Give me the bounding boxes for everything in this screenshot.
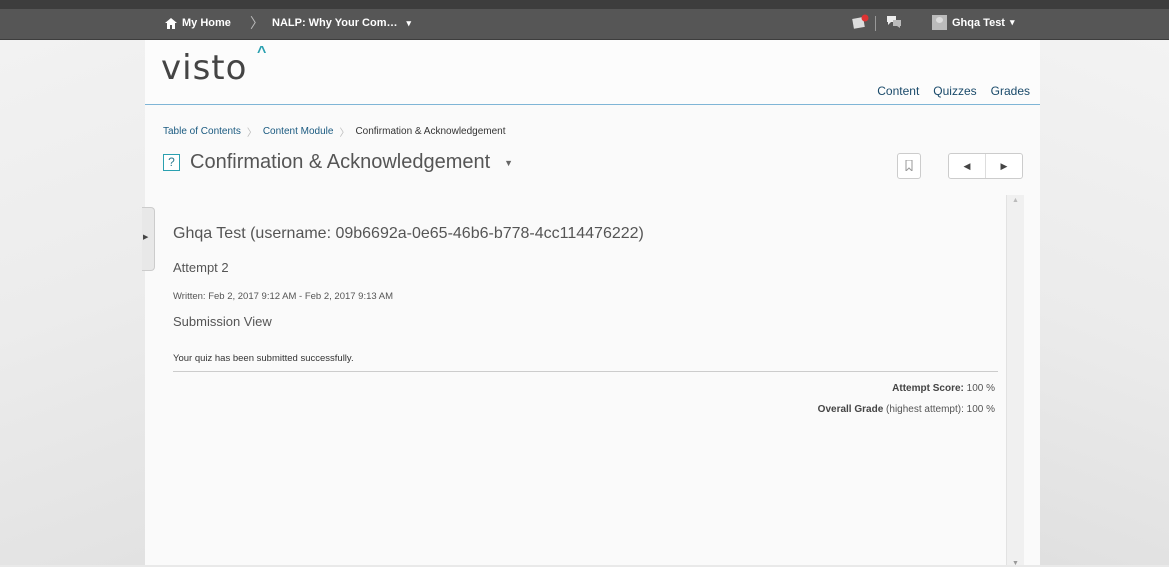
- main-panel: visto ^ Content Quizzes Grades Table of …: [142, 40, 1040, 567]
- visto-logo: visto: [161, 48, 248, 88]
- attempt-score-label: Attempt Score:: [892, 383, 964, 394]
- chat-icon[interactable]: [886, 15, 902, 32]
- attempt-score: Attempt Score: 100 %: [892, 383, 995, 394]
- topic-navigation: ◀ ▶: [948, 153, 1023, 179]
- overall-grade-value: 100 %: [966, 404, 995, 415]
- user-menu[interactable]: Ghqa Test ▾: [932, 15, 1015, 30]
- course-label: NALP: Why Your Com…: [272, 17, 398, 29]
- user-info: Ghqa Test (username: 09b6692a-0e65-46b6-…: [173, 225, 644, 242]
- chevron-down-icon: ▾: [1009, 17, 1015, 27]
- quiz-icon: ?: [163, 154, 180, 171]
- bookmark-icon: [905, 159, 913, 173]
- course-selector[interactable]: NALP: Why Your Com… ▾: [272, 17, 411, 29]
- submission-content: Ghqa Test (username: 09b6692a-0e65-46b6-…: [165, 195, 1018, 565]
- overall-grade-note: (highest attempt):: [886, 404, 964, 415]
- written-time: Written: Feb 2, 2017 9:12 AM - Feb 2, 20…: [173, 291, 394, 302]
- alerts-icon[interactable]: [852, 14, 870, 33]
- page-title[interactable]: Confirmation & Acknowledgement: [190, 151, 490, 174]
- page-title-row: ? Confirmation & Acknowledgement ▼: [163, 151, 513, 174]
- divider: [173, 371, 998, 372]
- background-left: [0, 40, 150, 565]
- attempt-score-value: 100 %: [966, 383, 995, 394]
- nav-quizzes-link[interactable]: Quizzes: [933, 84, 976, 98]
- background-right: [1040, 40, 1169, 565]
- overall-grade-label: Overall Grade: [817, 404, 884, 415]
- scrollbar[interactable]: ▲ ▼: [1006, 195, 1024, 567]
- bookmark-button[interactable]: [897, 153, 921, 179]
- my-home-label: My Home: [182, 17, 231, 29]
- avatar: [932, 15, 947, 30]
- breadcrumb-separator-icon: 〉: [246, 128, 257, 139]
- breadcrumb-current: Confirmation & Acknowledgement: [355, 126, 506, 137]
- top-navbar: My Home 〉 NALP: Why Your Com… ▾ Ghqa Tes…: [0, 0, 1169, 40]
- breadcrumb-table-of-contents[interactable]: Table of Contents: [163, 126, 241, 137]
- nav-grades-link[interactable]: Grades: [991, 84, 1030, 98]
- logo-caret-icon: ^: [257, 44, 267, 61]
- top-navbar-bar: My Home 〉 NALP: Why Your Com… ▾ Ghqa Tes…: [0, 9, 1169, 39]
- next-arrow-icon: ▶: [1000, 161, 1008, 171]
- attempt-label: Attempt 2: [173, 260, 229, 275]
- chevron-down-icon: ▾: [406, 17, 412, 28]
- side-panel-toggle[interactable]: ▶: [142, 207, 155, 271]
- breadcrumb-separator-icon: 〉: [339, 128, 350, 139]
- scroll-up-icon[interactable]: ▲: [1012, 197, 1019, 204]
- course-nav: Content Quizzes Grades: [877, 84, 1030, 98]
- nav-content-link[interactable]: Content: [877, 84, 919, 98]
- expand-arrow-icon: ▶: [143, 234, 149, 241]
- course-header: visto ^ Content Quizzes Grades: [145, 40, 1040, 105]
- breadcrumb-separator-icon: 〉: [250, 15, 264, 31]
- my-home-link[interactable]: My Home: [165, 17, 231, 29]
- chevron-down-icon[interactable]: ▼: [504, 158, 513, 168]
- prev-arrow-icon: ◀: [963, 161, 971, 171]
- user-name: Ghqa Test: [952, 16, 1005, 29]
- home-icon: [165, 17, 177, 29]
- topbar-divider: [875, 16, 876, 31]
- breadcrumb-content-module[interactable]: Content Module: [263, 126, 334, 137]
- breadcrumb: Table of Contents 〉 Content Module 〉 Con…: [163, 124, 506, 139]
- overall-grade: Overall Grade (highest attempt): 100 %: [818, 404, 995, 415]
- submission-view-heading: Submission View: [173, 314, 272, 329]
- scroll-down-icon[interactable]: ▼: [1012, 560, 1019, 567]
- next-topic-button[interactable]: ▶: [986, 154, 1022, 178]
- prev-topic-button[interactable]: ◀: [949, 154, 986, 178]
- submitted-message: Your quiz has been submitted successfull…: [173, 353, 354, 364]
